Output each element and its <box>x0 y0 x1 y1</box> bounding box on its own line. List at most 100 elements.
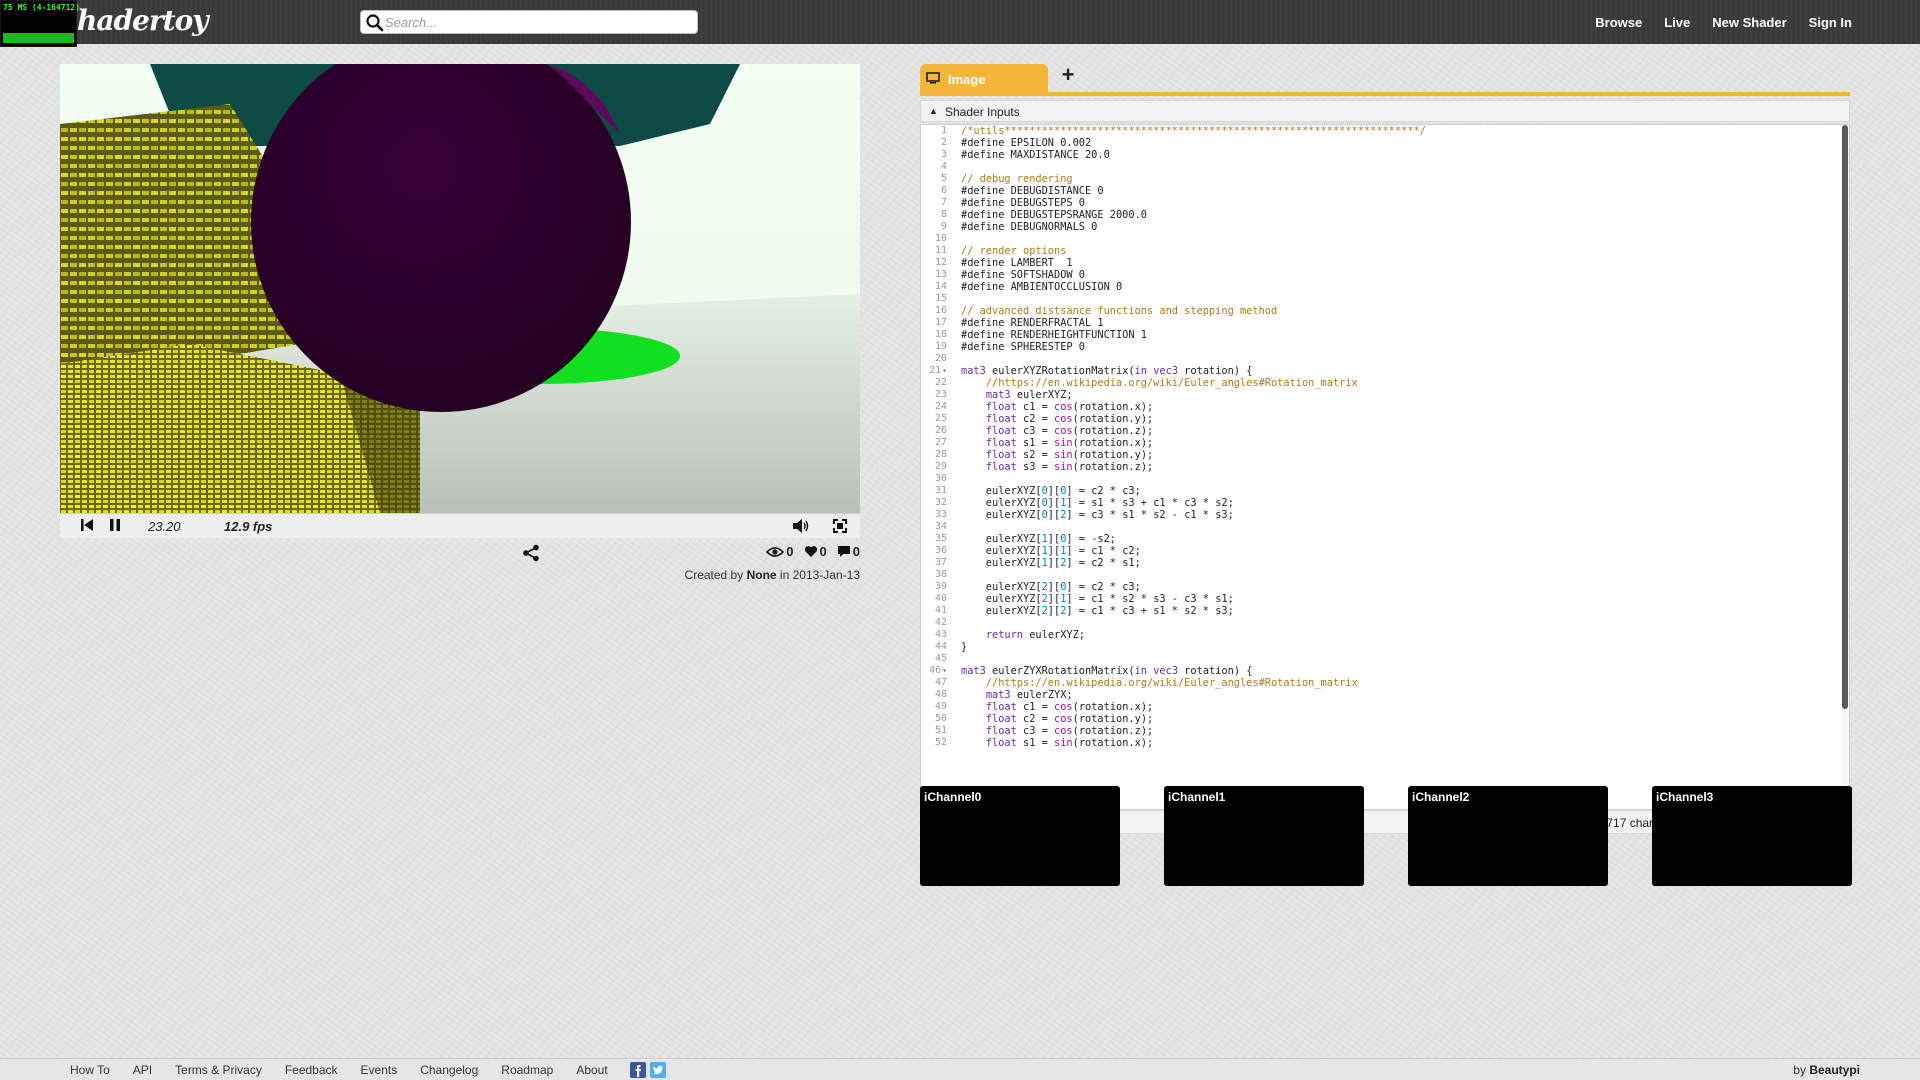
footer-link-events[interactable]: Events <box>361 1063 398 1077</box>
fold-arrow-icon[interactable]: ▾ <box>942 366 947 375</box>
code-line[interactable]: float c2 = cos(rotation.y); <box>961 413 1839 425</box>
fold-arrow-icon[interactable]: ▾ <box>942 666 947 675</box>
code-line[interactable]: // advanced distsance functions and step… <box>961 305 1839 317</box>
rewind-icon[interactable] <box>80 518 94 532</box>
code-line[interactable]: ​ <box>961 569 1839 581</box>
channel-2[interactable]: iChannel2 <box>1408 786 1608 886</box>
code-line[interactable]: mat3 eulerZYX; <box>961 689 1839 701</box>
code-textarea[interactable]: 1 2 3 4 5 6 7 8 9 10 11 12 13 14 15 16 17 18 19 20 21▾ 22 23 24… <box>920 124 1850 810</box>
add-tab-button[interactable]: + <box>1056 64 1080 88</box>
code-line[interactable]: #define AMBIENTOCCLUSION 0 <box>961 281 1839 293</box>
code-line[interactable]: eulerXYZ[2][1] = c1 * s2 * s3 - c3 * s1; <box>961 593 1839 605</box>
shader-inputs-toggle[interactable]: ▲ Shader Inputs <box>920 100 1850 122</box>
code-line[interactable]: #define SOFTSHADOW 0 <box>961 269 1839 281</box>
code-line[interactable]: ​ <box>961 617 1839 629</box>
code-line[interactable]: ​ <box>961 653 1839 665</box>
tab-image[interactable]: Image <box>920 64 1048 94</box>
footer-link-feedback[interactable]: Feedback <box>285 1063 338 1077</box>
code-line[interactable]: eulerXYZ[0][2] = c3 * s1 * s2 - c1 * s3; <box>961 509 1839 521</box>
code-line[interactable]: float c3 = cos(rotation.z); <box>961 725 1839 737</box>
code-line[interactable]: #define LAMBERT 1 <box>961 257 1839 269</box>
footer-link-roadmap[interactable]: Roadmap <box>501 1063 553 1077</box>
code-line[interactable]: /*utils*********************************… <box>961 125 1839 137</box>
code-line[interactable]: ​ <box>961 353 1839 365</box>
code-line[interactable]: float c1 = cos(rotation.x); <box>961 701 1839 713</box>
code-line[interactable]: ​ <box>961 233 1839 245</box>
code-scrollbar[interactable] <box>1841 125 1849 809</box>
code-line[interactable]: float s2 = sin(rotation.y); <box>961 449 1839 461</box>
footer-link-changelog[interactable]: Changelog <box>420 1063 478 1077</box>
fullscreen-icon[interactable] <box>832 518 848 534</box>
code-line[interactable]: eulerXYZ[2][2] = c1 * c3 + s1 * s2 * s3; <box>961 605 1839 617</box>
shader-inputs-label: Shader Inputs <box>945 105 1020 119</box>
nav-new-shader[interactable]: New Shader <box>1712 15 1786 30</box>
code-line[interactable]: mat3 eulerZYXRotationMatrix(in vec3 rota… <box>961 665 1839 677</box>
code-line[interactable]: mat3 eulerXYZRotationMatrix(in vec3 rota… <box>961 365 1839 377</box>
code-line[interactable]: #define DEBUGDISTANCE 0 <box>961 185 1839 197</box>
channel-1[interactable]: iChannel1 <box>1164 786 1364 886</box>
pause-icon[interactable] <box>108 518 122 532</box>
line-number: 39 <box>934 581 947 592</box>
credit-name[interactable]: Beautypi <box>1809 1063 1860 1077</box>
code-line[interactable]: // debug rendering <box>961 173 1839 185</box>
code-line[interactable]: return eulerXYZ; <box>961 629 1839 641</box>
code-line[interactable]: #define DEBUGNORMALS 0 <box>961 221 1839 233</box>
code-line[interactable]: float s1 = sin(rotation.x); <box>961 437 1839 449</box>
twitter-icon[interactable] <box>650 1062 666 1078</box>
channel-0[interactable]: iChannel0 <box>920 786 1120 886</box>
code-line[interactable]: //https://en.wikipedia.org/wiki/Euler_an… <box>961 677 1839 689</box>
line-number: 43 <box>934 629 947 640</box>
line-number: 12 <box>934 257 947 268</box>
code-line[interactable]: #define SPHERESTEP 0 <box>961 341 1839 353</box>
channel-2-label: iChannel2 <box>1412 790 1470 804</box>
code-line[interactable]: } <box>961 641 1839 653</box>
footer-link-terms[interactable]: Terms & Privacy <box>175 1063 262 1077</box>
social-icons <box>630 1062 666 1078</box>
likes-stat[interactable]: 0 <box>804 544 827 559</box>
code-line[interactable]: #define DEBUGSTEPS 0 <box>961 197 1839 209</box>
code-line[interactable]: mat3 eulerXYZ; <box>961 389 1839 401</box>
code-line[interactable]: float c2 = cos(rotation.y); <box>961 713 1839 725</box>
code-line[interactable]: //https://en.wikipedia.org/wiki/Euler_an… <box>961 377 1839 389</box>
code-line[interactable]: #define RENDERFRACTAL 1 <box>961 317 1839 329</box>
facebook-icon[interactable] <box>630 1062 646 1078</box>
code-line[interactable]: eulerXYZ[1][0] = -s2; <box>961 533 1839 545</box>
code-line[interactable]: #define DEBUGSTEPSRANGE 2000.0 <box>961 209 1839 221</box>
footer-link-how-to[interactable]: How To <box>70 1063 110 1077</box>
code-line[interactable]: eulerXYZ[0][1] = s1 * s3 + c1 * c3 * s2; <box>961 497 1839 509</box>
code-line[interactable]: ​ <box>961 161 1839 173</box>
code-line[interactable]: float c1 = cos(rotation.x); <box>961 401 1839 413</box>
footer-link-about[interactable]: About <box>576 1063 607 1077</box>
line-number: 9 <box>940 221 947 232</box>
footer-link-api[interactable]: API <box>133 1063 152 1077</box>
nav-live[interactable]: Live <box>1664 15 1690 30</box>
search-icon[interactable] <box>365 13 385 33</box>
code-line[interactable]: #define RENDERHEIGHTFUNCTION 1 <box>961 329 1839 341</box>
line-number: 49 <box>934 701 947 712</box>
shader-canvas[interactable] <box>60 64 860 513</box>
code-line[interactable]: eulerXYZ[1][2] = c2 * s1; <box>961 557 1839 569</box>
code-scrollbar-thumb[interactable] <box>1842 125 1848 709</box>
share-icon[interactable] <box>522 544 540 562</box>
code-line[interactable]: eulerXYZ[0][0] = c2 * c3; <box>961 485 1839 497</box>
code-line[interactable]: float c3 = cos(rotation.z); <box>961 425 1839 437</box>
code-line[interactable]: // render options <box>961 245 1839 257</box>
site-logo[interactable]: hadertoy <box>77 4 209 37</box>
code-line[interactable]: eulerXYZ[2][0] = c2 * c3; <box>961 581 1839 593</box>
code-line[interactable]: ​ <box>961 473 1839 485</box>
code-line[interactable]: ​ <box>961 293 1839 305</box>
code-line[interactable]: float s3 = sin(rotation.z); <box>961 461 1839 473</box>
author-link[interactable]: None <box>747 568 777 582</box>
channel-3[interactable]: iChannel3 <box>1652 786 1852 886</box>
line-number: 3 <box>940 149 947 160</box>
code-line[interactable]: eulerXYZ[1][1] = c1 * c2; <box>961 545 1839 557</box>
code-line[interactable]: float s1 = sin(rotation.x); <box>961 737 1839 749</box>
search-input[interactable] <box>385 12 691 32</box>
volume-icon[interactable] <box>792 518 810 534</box>
code-line[interactable]: #define MAXDISTANCE 20.0 <box>961 149 1839 161</box>
nav-sign-in[interactable]: Sign In <box>1809 15 1852 30</box>
code-line[interactable]: #define EPSILON 0.002 <box>961 137 1839 149</box>
nav-browse[interactable]: Browse <box>1595 15 1642 30</box>
code-content[interactable]: /*utils*********************************… <box>961 125 1839 809</box>
code-line[interactable]: ​ <box>961 521 1839 533</box>
